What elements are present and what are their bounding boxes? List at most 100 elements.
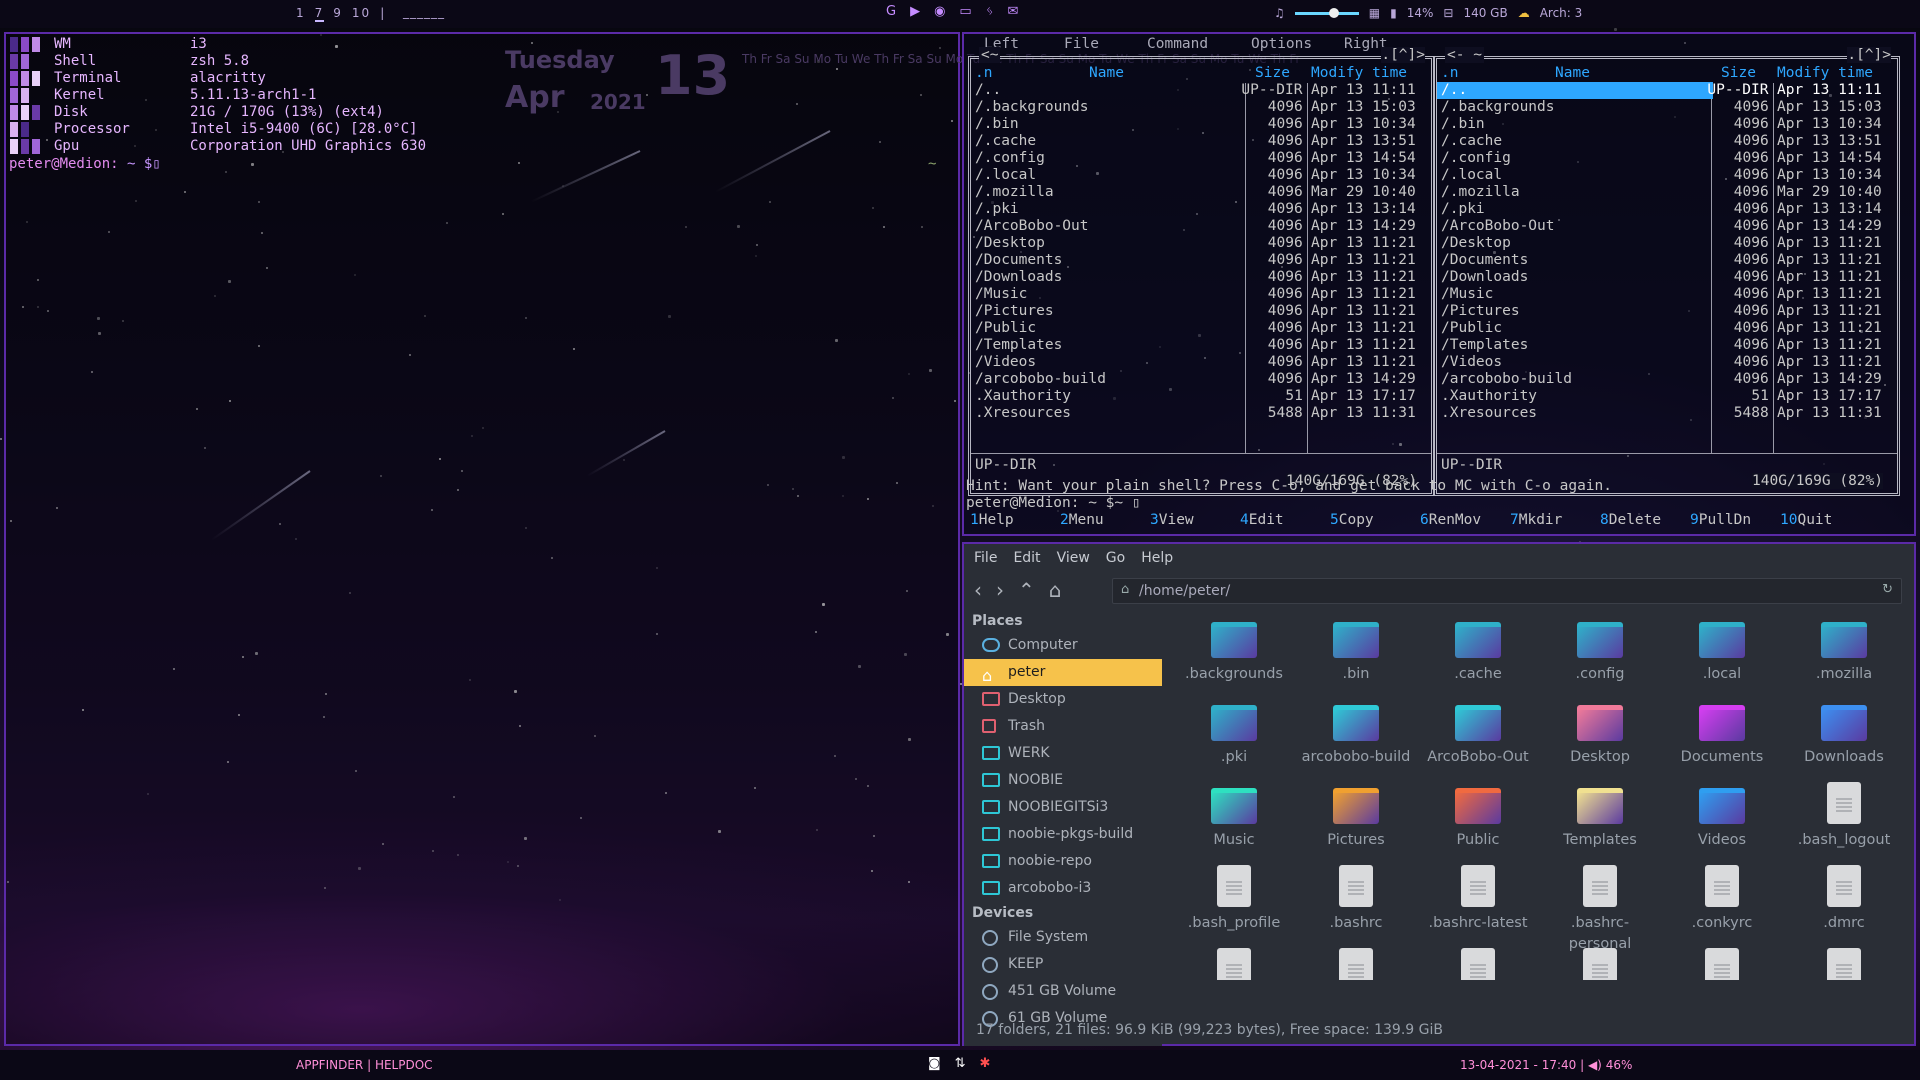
up-icon[interactable]: ⌃ — [1018, 578, 1035, 602]
terminal-prompt[interactable]: peter@Medion: ~ $▯ — [9, 156, 161, 172]
column-header[interactable]: .n — [975, 65, 992, 81]
folder-item[interactable]: .cache — [1418, 610, 1538, 685]
folder-item[interactable]: Desktop — [1540, 693, 1660, 768]
file-item[interactable] — [1418, 942, 1538, 980]
terminal-window[interactable]: WM i3 Shell zsh 5.8 Terminal alacritty Kernel 5… — [4, 32, 960, 1046]
panel-row[interactable]: /.mozilla 4096 Mar 29 10:40 — [1437, 184, 1897, 201]
panel-row[interactable]: /Videos 4096 Apr 13 11:21 — [971, 354, 1431, 371]
panel-row[interactable]: /arcobobo-build 4096 Apr 13 14:29 — [1437, 371, 1897, 388]
panel-row[interactable]: /.cache 4096 Apr 13 13:51 — [1437, 133, 1897, 150]
panel-row[interactable]: /Music 4096 Apr 13 11:21 — [1437, 286, 1897, 303]
home-icon[interactable]: ⌂ — [1049, 578, 1062, 602]
folder-item[interactable]: .backgrounds — [1174, 610, 1294, 685]
midnight-commander-window[interactable]: Left File Command Options Right <~ .[^]>.… — [962, 32, 1916, 536]
back-icon[interactable]: ‹ — [974, 578, 982, 602]
mc-left-panel[interactable]: <~ .[^]> .n Name Size Modify time /.. UP--DIR Ap… — [968, 47, 1434, 496]
folder-item[interactable]: .pki — [1174, 693, 1294, 768]
file-item[interactable] — [1540, 942, 1660, 980]
panel-row[interactable]: /Templates 4096 Apr 13 11:21 — [971, 337, 1431, 354]
folder-item[interactable]: .mozilla — [1784, 610, 1904, 685]
helpdoc-button[interactable]: HELPDOC — [375, 1058, 433, 1072]
file-item[interactable]: .bashrc-latest — [1418, 859, 1538, 934]
fkey-renmov[interactable]: 6RenMov — [1414, 512, 1504, 532]
fkey-help[interactable]: 1Help — [964, 512, 1054, 532]
panel-row[interactable]: /.local 4096 Apr 13 10:34 — [1437, 167, 1897, 184]
fm-menu-go[interactable]: Go — [1106, 550, 1125, 566]
folder-item[interactable]: arcobobo-build — [1296, 693, 1416, 768]
panel-row[interactable]: .Xresources 5488 Apr 13 11:31 — [1437, 405, 1897, 422]
mc-prompt[interactable]: peter@Medion: ~ $~ ▯ — [966, 495, 1141, 511]
network-icon[interactable]: ⇅ — [955, 1056, 966, 1071]
panel-row[interactable]: /Downloads 4096 Apr 13 11:21 — [1437, 269, 1897, 286]
panel-row[interactable]: /ArcoBobo-Out 4096 Apr 13 14:29 — [971, 218, 1431, 235]
column-header[interactable]: Name — [1555, 65, 1590, 81]
panel-row[interactable]: /Desktop 4096 Apr 13 11:21 — [1437, 235, 1897, 252]
mc-menu-command[interactable]: Command — [1147, 36, 1208, 52]
folder-item[interactable]: .config — [1540, 610, 1660, 685]
file-item[interactable]: .conkyrc — [1662, 859, 1782, 934]
panel-row[interactable]: .Xauthority 51 Apr 13 17:17 — [1437, 388, 1897, 405]
column-header[interactable]: Size — [1255, 65, 1290, 81]
panel-row[interactable]: .Xauthority 51 Apr 13 17:17 — [971, 388, 1431, 405]
folder-item[interactable]: Videos — [1662, 776, 1782, 851]
file-item[interactable] — [1174, 942, 1294, 980]
folder-item[interactable]: Pictures — [1296, 776, 1416, 851]
file-item[interactable] — [1662, 942, 1782, 980]
panel-row[interactable]: /Pictures 4096 Apr 13 11:21 — [1437, 303, 1897, 320]
updates-count[interactable]: Arch: 3 — [1540, 6, 1583, 20]
panel-row[interactable]: /.local 4096 Apr 13 10:34 — [971, 167, 1431, 184]
panel-row[interactable]: /Videos 4096 Apr 13 11:21 — [1437, 354, 1897, 371]
panel-row[interactable]: /Downloads 4096 Apr 13 11:21 — [971, 269, 1431, 286]
discord-icon[interactable]: ◙ — [928, 1056, 941, 1071]
speaker-icon[interactable]: ◀) — [1588, 1058, 1602, 1072]
panel-row[interactable]: /Public 4096 Apr 13 11:21 — [1437, 320, 1897, 337]
mc-menu-file[interactable]: File — [1064, 36, 1099, 52]
panel-row[interactable]: /.config 4096 Apr 13 14:54 — [1437, 150, 1897, 167]
panel-row[interactable]: /.bin 4096 Apr 13 10:34 — [1437, 116, 1897, 133]
panel-row[interactable]: /.cache 4096 Apr 13 13:51 — [971, 133, 1431, 150]
panel-row[interactable]: /.backgrounds 4096 Apr 13 15:03 — [971, 99, 1431, 116]
panel-row[interactable]: /Documents 4096 Apr 13 11:21 — [1437, 252, 1897, 269]
reload-icon[interactable]: ↻ — [1882, 582, 1893, 597]
file-item[interactable]: .bashrc-personal — [1540, 859, 1660, 955]
sidebar-item-computer[interactable]: Computer — [964, 632, 1162, 659]
fm-menu-view[interactable]: View — [1057, 550, 1090, 566]
column-header[interactable]: Modify time — [1311, 65, 1407, 81]
sidebar-item-desktop[interactable]: Desktop — [964, 686, 1162, 713]
file-item[interactable]: .bash_profile — [1174, 859, 1294, 934]
sidebar-item-noobiegitsi3[interactable]: NOOBIEGITSi3 — [964, 794, 1162, 821]
fkey-delete[interactable]: 8Delete — [1594, 512, 1684, 532]
workspace-9[interactable]: 9 — [333, 6, 343, 20]
fkey-pulldn[interactable]: 9PullDn — [1684, 512, 1774, 532]
panel-row[interactable]: /.backgrounds 4096 Apr 13 15:03 — [1437, 99, 1897, 116]
file-item[interactable] — [1784, 942, 1904, 980]
panel-row[interactable]: /Public 4096 Apr 13 11:21 — [971, 320, 1431, 337]
fm-menu-help[interactable]: Help — [1141, 550, 1173, 566]
volume-slider[interactable] — [1294, 7, 1359, 18]
fkey-mkdir[interactable]: 7Mkdir — [1504, 512, 1594, 532]
file-item[interactable] — [1296, 942, 1416, 980]
firefox-icon[interactable]: ◉ — [934, 4, 945, 19]
music-note-icon[interactable]: ♫ — [1274, 6, 1285, 20]
folder-item[interactable]: Public — [1418, 776, 1538, 851]
panel-row[interactable]: /.. UP--DIR Apr 13 11:11 — [971, 82, 1431, 99]
panel-row[interactable]: /ArcoBobo-Out 4096 Apr 13 14:29 — [1437, 218, 1897, 235]
panel-row[interactable]: /Desktop 4096 Apr 13 11:21 — [971, 235, 1431, 252]
youtube-icon[interactable]: ▶ — [910, 4, 920, 19]
panel-row[interactable]: /Pictures 4096 Apr 13 11:21 — [971, 303, 1431, 320]
fm-menu-file[interactable]: File — [974, 550, 997, 566]
sidebar-item-noobie-pkgs-build[interactable]: noobie-pkgs-build — [964, 821, 1162, 848]
panel-row[interactable]: /Documents 4096 Apr 13 11:21 — [971, 252, 1431, 269]
panel-row[interactable]: /.config 4096 Apr 13 14:54 — [971, 150, 1431, 167]
folder-item[interactable]: .local — [1662, 610, 1782, 685]
fkey-menu[interactable]: 2Menu — [1054, 512, 1144, 532]
git-icon[interactable]: ᛃ — [986, 4, 994, 19]
folder-item[interactable]: .bin — [1296, 610, 1416, 685]
panel-nav[interactable]: .[^]> — [1381, 47, 1425, 63]
column-header[interactable]: .n — [1441, 65, 1458, 81]
file-manager-window[interactable]: File Edit View Go Help ‹ › ⌃ ⌂ ⌂ /home/p… — [962, 542, 1916, 1046]
appfinder-button[interactable]: APPFINDER — [296, 1058, 363, 1072]
settings-icon[interactable]: ✱ — [980, 1056, 991, 1071]
chat-icon[interactable]: ✉ — [1008, 4, 1019, 19]
file-item[interactable]: .bash_logout — [1784, 776, 1904, 851]
